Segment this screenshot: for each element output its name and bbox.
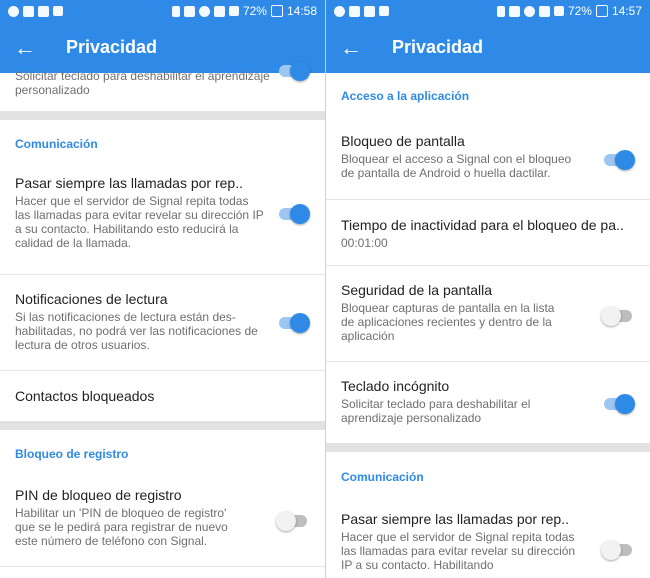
pref-summary: Solicitar teclado para deshabilitar el a… <box>341 397 531 425</box>
toggle-switch[interactable] <box>279 313 310 333</box>
app-bar: ← Privacidad <box>0 22 325 73</box>
pref-title: Contactos bloqueados <box>15 388 155 404</box>
pref-title: Bloqueo de pantalla <box>341 133 465 149</box>
clock: 14:58 <box>286 4 317 18</box>
pref-title: PIN de bloqueo de registro <box>15 487 182 503</box>
battery-icon <box>595 5 608 17</box>
mute-icon <box>508 5 520 17</box>
signal-icon <box>553 6 564 16</box>
battery-percent: 72% <box>242 4 267 18</box>
pref-inactivity-timeout[interactable]: Tiempo de inactividad para el bloqueo de… <box>326 200 650 266</box>
pref-summary: 00:01:00 <box>341 236 388 250</box>
pref-summary: Bloquear capturas de pantalla en la list… <box>341 301 555 343</box>
section-divider <box>326 443 650 452</box>
toggle-switch[interactable] <box>601 306 632 326</box>
left-screen: 72% 14:58 ← Privacidad Solicitar teclado… <box>0 0 325 578</box>
partial-pref-item[interactable]: Solicitar teclado para deshabilitar el a… <box>0 61 325 111</box>
telegram-icon <box>334 5 345 17</box>
signal-icon <box>228 6 239 16</box>
right-screen: 72% 14:57 ← Privacidad Acceso a la aplic… <box>326 0 650 578</box>
pref-registration-pin[interactable]: PIN de bloqueo de registro Habilitar un … <box>0 477 325 567</box>
status-bar: 72% 14:57 <box>326 0 650 22</box>
toggle-switch[interactable] <box>601 540 632 560</box>
toggle-knob <box>276 511 296 531</box>
pref-title: Notificaciones de lectura <box>15 291 168 307</box>
telegram-icon <box>8 5 19 17</box>
pref-title: Pasar siempre las llamadas por rep.. <box>341 511 569 527</box>
image-icon <box>38 5 49 17</box>
toggle-switch[interactable] <box>604 150 635 170</box>
back-arrow-icon[interactable]: ← <box>14 35 44 61</box>
toggle-knob <box>615 394 635 414</box>
toggle-switch[interactable] <box>279 204 310 224</box>
bluetooth-icon <box>496 5 505 17</box>
page-title: Privacidad <box>66 37 158 57</box>
system-status: 72% 14:58 <box>171 4 317 18</box>
section-divider <box>0 421 325 430</box>
toggle-knob <box>290 61 310 81</box>
pref-incognito-keyboard[interactable]: Teclado incógnito Solicitar teclado para… <box>326 362 650 443</box>
pref-screen-lock[interactable]: Bloqueo de pantalla Bloquear el acceso a… <box>326 122 650 200</box>
pref-relay-calls[interactable]: Pasar siempre las llamadas por rep.. Hac… <box>0 169 325 275</box>
pref-title: Seguridad de la pantalla <box>341 282 493 298</box>
pref-read-receipts[interactable]: Notificaciones de lectura Si las notific… <box>0 275 325 371</box>
page-title: Privacidad <box>392 37 484 57</box>
toggle-knob <box>601 306 621 326</box>
pref-blocked-contacts[interactable]: Contactos bloqueados <box>0 371 325 421</box>
wifi-icon <box>538 5 550 17</box>
pref-summary: Habilitar un 'PIN de bloqueo de registro… <box>15 506 228 548</box>
battery-percent: 72% <box>567 4 592 18</box>
pref-title: Teclado incógnito <box>341 378 450 394</box>
mute-icon <box>183 5 195 17</box>
pref-title: Pasar siempre las llamadas por rep.. <box>15 175 243 191</box>
notification-icon <box>23 5 34 17</box>
toggle-knob <box>290 313 310 333</box>
toggle-knob <box>615 150 635 170</box>
pref-summary: Hacer que el servidor de Signal repita t… <box>15 194 264 250</box>
section-divider <box>0 111 325 120</box>
wifi-icon <box>213 5 225 17</box>
toggle-knob <box>601 540 621 560</box>
battery-icon <box>270 5 283 17</box>
bluetooth-icon <box>171 5 180 17</box>
section-header: Comunicación <box>341 470 424 484</box>
pref-summary: Hacer que el servidor de Signal repita t… <box>341 530 576 572</box>
image-icon <box>364 5 375 17</box>
pref-relay-calls[interactable]: Pasar siempre las llamadas por rep.. Hac… <box>326 500 650 578</box>
notification-icons <box>334 5 389 17</box>
section-header: Bloqueo de registro <box>15 447 129 461</box>
pref-screen-security[interactable]: Seguridad de la pantalla Bloquear captur… <box>326 266 650 362</box>
alarm-icon <box>523 5 535 17</box>
toggle-switch[interactable] <box>276 511 307 531</box>
photo-icon <box>53 6 63 16</box>
toggle-knob <box>290 204 310 224</box>
clock: 14:57 <box>611 4 642 18</box>
section-header: Comunicación <box>15 137 98 151</box>
toggle-switch[interactable] <box>604 394 635 414</box>
notification-icon <box>349 5 360 17</box>
app-bar: ← Privacidad <box>326 22 650 73</box>
pref-summary: Si las notificaciones de lectura están d… <box>15 310 258 352</box>
system-status: 72% 14:57 <box>496 4 642 18</box>
alarm-icon <box>198 5 210 17</box>
photo-icon <box>379 6 389 16</box>
section-header: Acceso a la aplicación <box>341 89 470 103</box>
pref-title: Tiempo de inactividad para el bloqueo de… <box>341 217 624 233</box>
status-bar: 72% 14:58 <box>0 0 325 22</box>
notification-icons <box>8 5 63 17</box>
toggle-switch[interactable] <box>279 61 310 81</box>
pref-summary: Solicitar teclado para deshabilitar el a… <box>15 69 270 97</box>
pref-summary: Bloquear el acceso a Signal con el bloqu… <box>341 152 572 180</box>
back-arrow-icon[interactable]: ← <box>340 35 370 61</box>
